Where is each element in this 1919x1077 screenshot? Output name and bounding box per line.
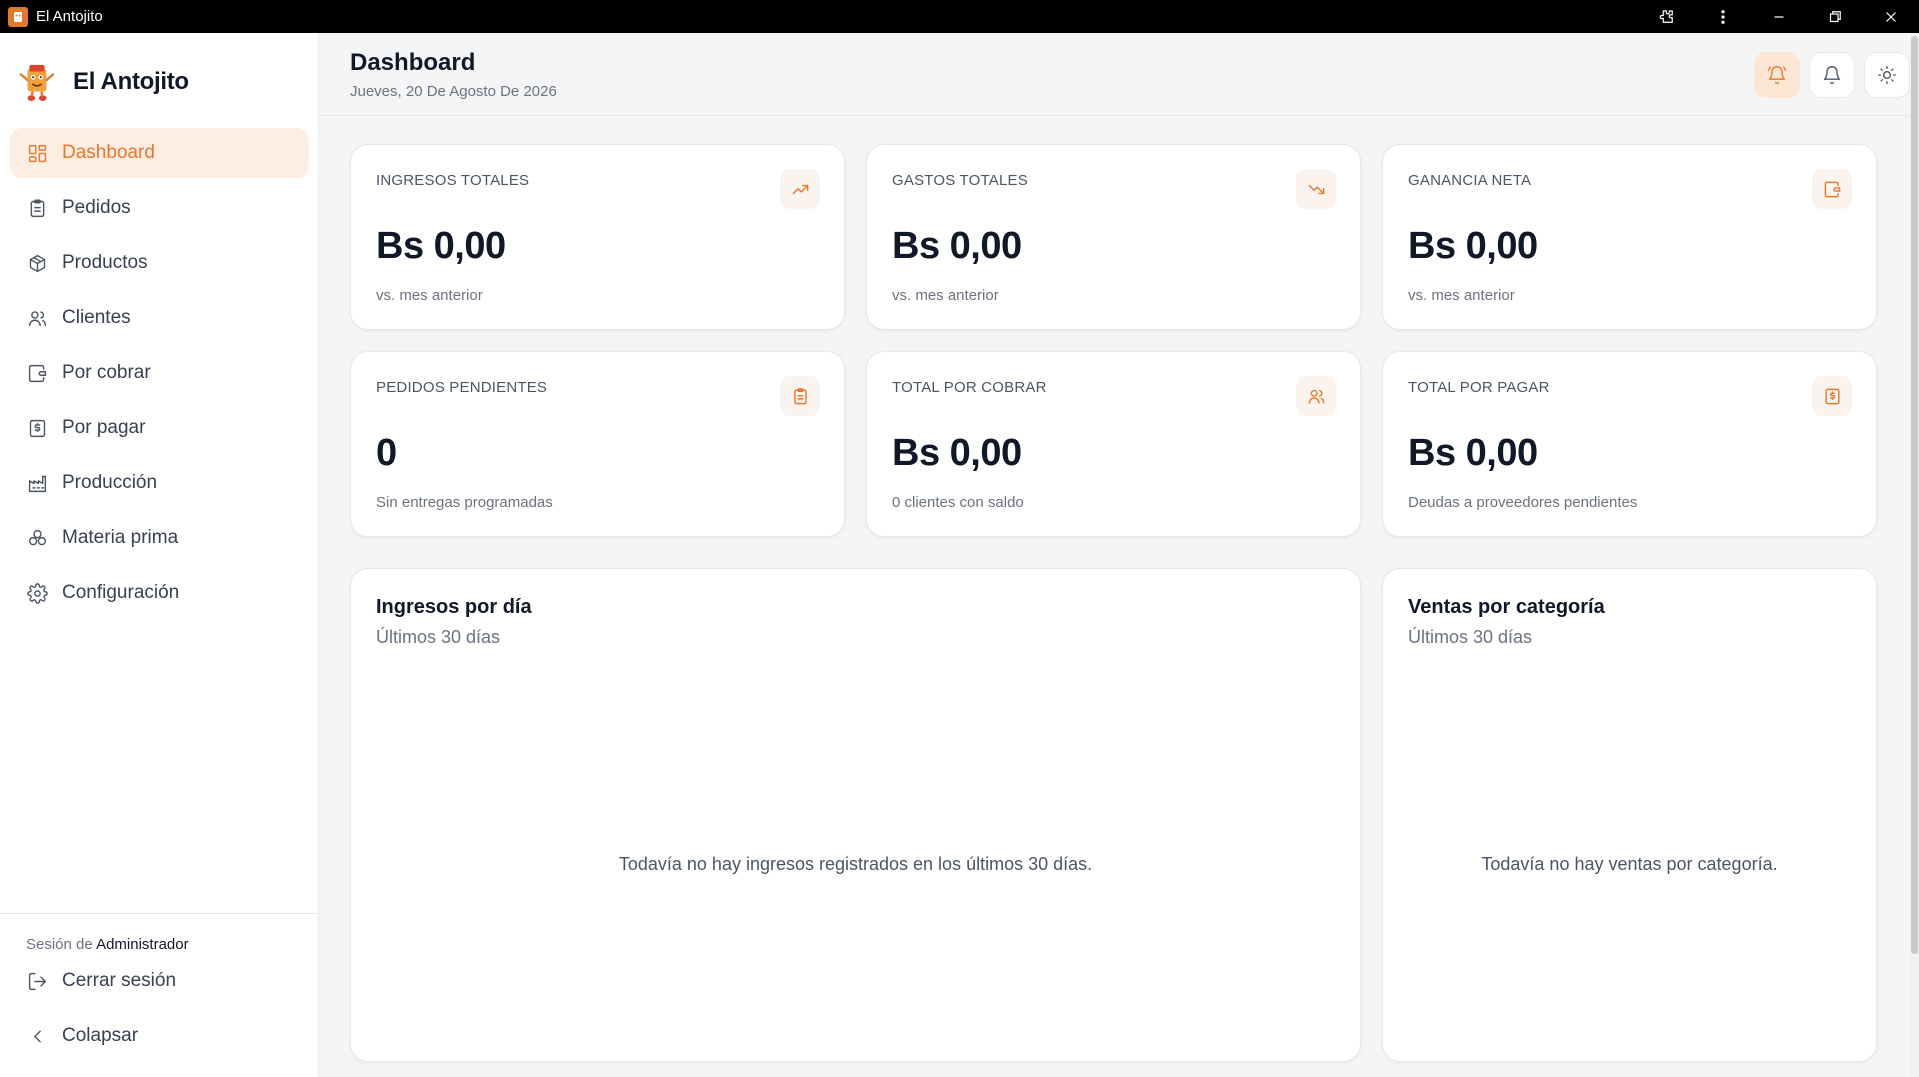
stat-label: TOTAL POR COBRAR	[892, 379, 1047, 396]
sidebar-item-produccion[interactable]: Producción	[10, 458, 309, 508]
collapse-label: Colapsar	[62, 1025, 139, 1046]
minimize-button[interactable]	[1751, 0, 1807, 33]
stat-label: GASTOS TOTALES	[892, 172, 1028, 189]
logout-icon	[26, 970, 48, 992]
chart-empty-message: Todavía no hay ventas por categoría.	[1481, 854, 1778, 874]
dashboard-icon	[26, 142, 48, 164]
wallet-icon	[26, 362, 48, 384]
chart-card-ventas-por-categoria: Ventas por categoría Últimos 30 días Tod…	[1382, 568, 1877, 1062]
sidebar-item-label: Materia prima	[62, 527, 179, 548]
sidebar-item-pedidos[interactable]: Pedidos	[10, 183, 309, 233]
gear-icon	[26, 582, 48, 604]
sidebar-item-por-pagar[interactable]: Por pagar	[10, 403, 309, 453]
brand-name: El Antojito	[73, 68, 189, 95]
logout-label: Cerrar sesión	[62, 970, 177, 991]
clipboard-icon	[780, 376, 820, 416]
wallet-icon	[1812, 169, 1852, 209]
bell-ring-icon	[1768, 66, 1786, 85]
window-title: El Antojito	[36, 8, 103, 25]
page-date: Jueves, 20 De Agosto De 2026	[350, 83, 557, 100]
logout-button[interactable]: Cerrar sesión	[26, 970, 176, 992]
extensions-icon[interactable]	[1639, 0, 1695, 33]
close-button[interactable]	[1863, 0, 1919, 33]
stat-value: Bs 0,00	[376, 225, 506, 267]
notifications-button[interactable]	[1809, 52, 1855, 98]
stat-sub: Sin entregas programadas	[376, 494, 553, 511]
sidebar-item-label: Producción	[62, 472, 158, 493]
trending-up-icon	[780, 169, 820, 209]
window-titlebar: El Antojito	[0, 0, 1919, 33]
session-prefix: Sesión de	[26, 936, 93, 953]
trending-down-icon	[1296, 169, 1336, 209]
receipt-icon	[26, 417, 48, 439]
stat-label: GANANCIA NETA	[1408, 172, 1532, 189]
stat-card-por-pagar: TOTAL POR PAGAR Bs 0,00 Deudas a proveed…	[1382, 351, 1877, 537]
sidebar-item-por-cobrar[interactable]: Por cobrar	[10, 348, 309, 398]
receipt-icon	[1812, 376, 1852, 416]
app-logo-icon	[8, 6, 28, 27]
ingredients-icon	[26, 527, 48, 549]
stat-card-ganancia: GANANCIA NETA Bs 0,00 vs. mes anterior	[1382, 144, 1877, 330]
chevron-left-icon	[26, 1025, 48, 1047]
sidebar-item-productos[interactable]: Productos	[10, 238, 309, 288]
scrollbar-thumb[interactable]	[1911, 36, 1918, 954]
sidebar-item-label: Por cobrar	[62, 362, 151, 383]
stat-card-pedidos-pendientes: PEDIDOS PENDIENTES 0 Sin entregas progra…	[350, 351, 845, 537]
chart-card-ingresos-por-dia: Ingresos por día Últimos 30 días Todavía…	[350, 568, 1361, 1062]
chart-title: Ingresos por día	[376, 596, 532, 618]
sidebar-item-label: Dashboard	[62, 142, 155, 163]
page-title: Dashboard	[350, 49, 476, 76]
page-header: Dashboard Jueves, 20 De Agosto De 2026	[320, 33, 1910, 116]
session-user: Administrador	[96, 936, 189, 953]
stat-value: Bs 0,00	[892, 432, 1022, 474]
theme-toggle-button[interactable]	[1864, 52, 1910, 98]
collapse-button[interactable]: Colapsar	[26, 1025, 138, 1047]
sidebar-item-label: Productos	[62, 252, 148, 273]
stat-label: TOTAL POR PAGAR	[1408, 379, 1550, 396]
restore-button[interactable]	[1807, 0, 1863, 33]
stat-card-por-cobrar: TOTAL POR COBRAR Bs 0,00 0 clientes con …	[866, 351, 1361, 537]
brand[interactable]: El Antojito	[18, 61, 189, 103]
sidebar-item-configuracion[interactable]: Configuración	[10, 568, 309, 618]
sidebar-item-clientes[interactable]: Clientes	[10, 293, 309, 343]
sidebar-item-dashboard[interactable]: Dashboard	[10, 128, 309, 178]
stat-value: 0	[376, 432, 397, 474]
chart-empty-message: Todavía no hay ingresos registrados en l…	[618, 854, 1093, 874]
sidebar-nav: Dashboard Pedidos Productos Clientes Por…	[10, 128, 309, 623]
sidebar-item-label: Clientes	[62, 307, 131, 328]
brand-logo-icon	[18, 61, 56, 103]
stat-card-gastos: GASTOS TOTALES Bs 0,00 vs. mes anterior	[866, 144, 1361, 330]
stat-sub: vs. mes anterior	[1408, 287, 1515, 304]
users-icon	[26, 307, 48, 329]
sidebar: El Antojito Dashboard Pedidos Productos …	[0, 33, 319, 1077]
stat-sub: vs. mes anterior	[892, 287, 999, 304]
sidebar-item-label: Por pagar	[62, 417, 146, 438]
bell-icon	[1823, 66, 1841, 85]
stat-card-ingresos: INGRESOS TOTALES Bs 0,00 vs. mes anterio…	[350, 144, 845, 330]
sidebar-item-label: Configuración	[62, 582, 180, 603]
more-options-icon[interactable]	[1695, 0, 1751, 33]
chart-title: Ventas por categoría	[1408, 596, 1605, 618]
stat-sub: Deudas a proveedores pendientes	[1408, 494, 1638, 511]
sidebar-item-label: Pedidos	[62, 197, 131, 218]
alerts-button[interactable]	[1754, 52, 1800, 98]
stat-sub: vs. mes anterior	[376, 287, 483, 304]
sidebar-item-materia-prima[interactable]: Materia prima	[10, 513, 309, 563]
stat-value: Bs 0,00	[1408, 225, 1538, 267]
session-info: Sesión de Administrador	[26, 936, 189, 953]
chart-subtitle: Últimos 30 días	[1408, 627, 1533, 647]
users-icon	[1296, 376, 1336, 416]
stat-value: Bs 0,00	[1408, 432, 1538, 474]
stat-label: INGRESOS TOTALES	[376, 172, 530, 189]
stat-label: PEDIDOS PENDIENTES	[376, 379, 548, 396]
clipboard-icon	[26, 197, 48, 219]
stat-sub: 0 clientes con saldo	[892, 494, 1024, 511]
chart-subtitle: Últimos 30 días	[376, 627, 501, 647]
factory-icon	[26, 472, 48, 494]
sidebar-footer: Sesión de Administrador Cerrar sesión Co…	[0, 913, 319, 1046]
sun-icon	[1878, 66, 1896, 85]
stat-value: Bs 0,00	[892, 225, 1022, 267]
package-icon	[26, 252, 48, 274]
